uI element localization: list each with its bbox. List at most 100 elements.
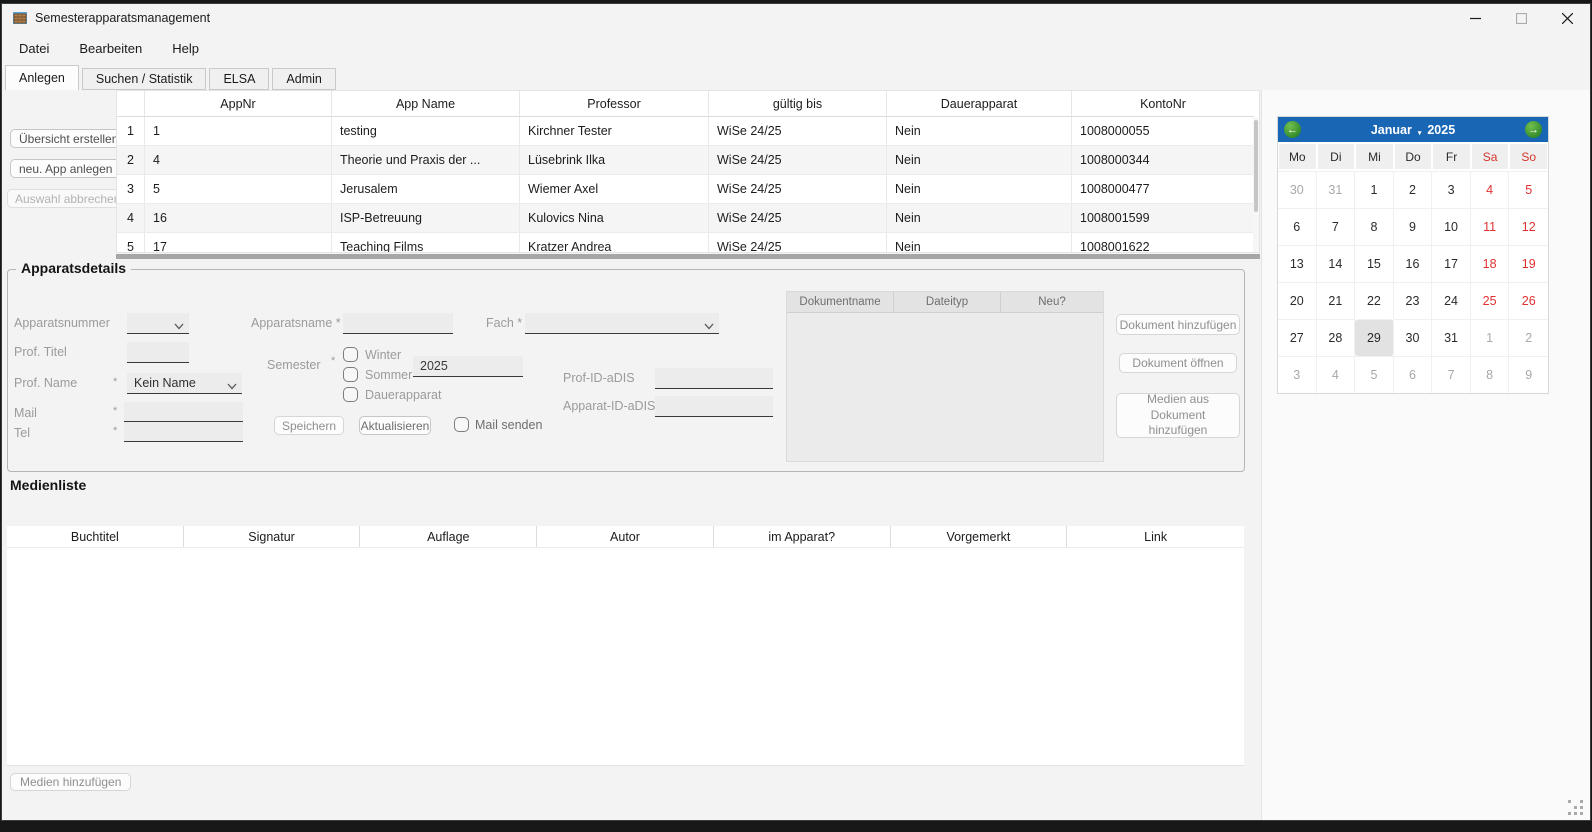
tab-elsa[interactable]: ELSA — [209, 68, 269, 90]
column-header-professor[interactable]: Professor — [520, 91, 709, 116]
calendar-day[interactable]: 23 — [1394, 282, 1433, 319]
calendar-day[interactable]: 9 — [1509, 356, 1548, 393]
calendar-day[interactable]: 29 — [1355, 319, 1394, 356]
medien-column-im-apparat[interactable]: im Apparat? — [714, 526, 891, 547]
mail-senden-checkbox[interactable] — [454, 417, 469, 432]
calendar-day[interactable]: 12 — [1509, 208, 1548, 245]
calendar-day[interactable]: 7 — [1432, 356, 1471, 393]
calendar-day[interactable]: 2 — [1509, 319, 1548, 356]
calendar-year-label[interactable]: 2025 — [1427, 123, 1455, 137]
calendar-month-label[interactable]: Januar — [1371, 123, 1412, 137]
calendar-day[interactable]: 31 — [1432, 319, 1471, 356]
calendar-day[interactable]: 17 — [1432, 245, 1471, 282]
auswahl-abbrechen-button[interactable]: Auswahl abbrechen — [7, 189, 128, 208]
dokument-oeffnen-button[interactable]: Dokument öffnen — [1119, 353, 1237, 373]
calendar-day[interactable]: 1 — [1355, 171, 1394, 208]
aktualisieren-button[interactable]: Aktualisieren — [359, 416, 431, 435]
calendar-day[interactable]: 3 — [1432, 171, 1471, 208]
medien-column-link[interactable]: Link — [1067, 526, 1244, 547]
close-button[interactable] — [1544, 4, 1590, 32]
tab-suchen-statistik[interactable]: Suchen / Statistik — [82, 68, 207, 90]
column-header-gueltig-bis[interactable]: gültig bis — [709, 91, 887, 116]
calendar-day[interactable]: 30 — [1394, 319, 1433, 356]
prof-id-adis-input[interactable] — [655, 368, 773, 389]
calendar-day[interactable]: 24 — [1432, 282, 1471, 319]
medien-column-buchtitel[interactable]: Buchtitel — [7, 526, 184, 547]
sommer-radio[interactable] — [343, 367, 358, 382]
calendar-day[interactable]: 19 — [1509, 245, 1548, 282]
column-header-kontonr[interactable]: KontoNr — [1072, 91, 1254, 116]
calendar-day[interactable]: 14 — [1317, 245, 1356, 282]
medien-hinzufuegen-button[interactable]: Medien hinzufügen — [10, 773, 131, 791]
calendar-day[interactable]: 25 — [1471, 282, 1510, 319]
doc-column-dokumentname[interactable]: Dokumentname — [787, 292, 894, 313]
medien-column-autor[interactable]: Autor — [537, 526, 714, 547]
resize-grip[interactable] — [1568, 800, 1584, 816]
tab-anlegen[interactable]: Anlegen — [5, 65, 79, 90]
dokument-hinzufuegen-button[interactable]: Dokument hinzufügen — [1116, 314, 1240, 335]
calendar-day[interactable]: 31 — [1317, 171, 1356, 208]
calendar-day[interactable]: 26 — [1509, 282, 1548, 319]
winter-radio[interactable] — [343, 347, 358, 362]
calendar-day[interactable]: 10 — [1432, 208, 1471, 245]
calendar-day[interactable]: 3 — [1278, 356, 1317, 393]
fach-select[interactable] — [525, 313, 719, 334]
apparat-id-adis-input[interactable] — [655, 396, 773, 417]
medien-aus-dokument-button[interactable]: Medien aus Dokument hinzufügen — [1116, 393, 1240, 438]
doc-column-neu[interactable]: Neu? — [1001, 292, 1103, 313]
menu-datei[interactable]: Datei — [4, 36, 64, 61]
calendar-day[interactable]: 13 — [1278, 245, 1317, 282]
speichern-button[interactable]: Speichern — [274, 416, 344, 435]
mail-input[interactable] — [124, 402, 243, 422]
calendar-day[interactable]: 4 — [1317, 356, 1356, 393]
calendar-day[interactable]: 5 — [1355, 356, 1394, 393]
calendar-day[interactable]: 2 — [1394, 171, 1433, 208]
medien-column-signatur[interactable]: Signatur — [184, 526, 361, 547]
title-bar[interactable]: Semesterapparatsmanagement — [2, 4, 1590, 32]
calendar-day[interactable]: 20 — [1278, 282, 1317, 319]
table-row[interactable]: 3 5 Jerusalem Wiemer Axel WiSe 24/25 Nei… — [117, 175, 1254, 204]
calendar-day[interactable]: 9 — [1394, 208, 1433, 245]
table-row[interactable]: 5 17 Teaching Films Kratzer Andrea WiSe … — [117, 233, 1254, 253]
column-header-dauerapparat[interactable]: Dauerapparat — [887, 91, 1072, 116]
calendar-next-month-button[interactable]: → — [1525, 121, 1542, 138]
calendar-day[interactable]: 11 — [1471, 208, 1510, 245]
tab-admin[interactable]: Admin — [272, 68, 335, 90]
calendar-day[interactable]: 27 — [1278, 319, 1317, 356]
calendar-prev-month-button[interactable]: ← — [1284, 121, 1301, 138]
minimize-button[interactable] — [1452, 4, 1498, 32]
vertical-scrollbar[interactable] — [1253, 118, 1259, 252]
maximize-button[interactable] — [1498, 4, 1544, 32]
prof-titel-input[interactable] — [127, 342, 189, 363]
calendar-day[interactable]: 15 — [1355, 245, 1394, 282]
column-header-appnr[interactable]: AppNr — [145, 91, 332, 116]
menu-bearbeiten[interactable]: Bearbeiten — [64, 36, 157, 61]
calendar-day[interactable]: 6 — [1278, 208, 1317, 245]
medien-column-auflage[interactable]: Auflage — [360, 526, 537, 547]
apparatsnummer-select[interactable] — [127, 313, 189, 334]
medien-column-vorgemerkt[interactable]: Vorgemerkt — [891, 526, 1068, 547]
column-header-appname[interactable]: App Name — [332, 91, 520, 116]
calendar-day[interactable]: 18 — [1471, 245, 1510, 282]
table-row[interactable]: 2 4 Theorie und Praxis der ... Lüsebrink… — [117, 146, 1254, 175]
calendar-day[interactable]: 5 — [1509, 171, 1548, 208]
calendar-day[interactable]: 22 — [1355, 282, 1394, 319]
menu-help[interactable]: Help — [157, 36, 214, 61]
calendar-day[interactable]: 21 — [1317, 282, 1356, 319]
neue-app-anlegen-button[interactable]: neu. App anlegen — [10, 159, 121, 178]
uebersicht-erstellen-button[interactable]: Übersicht erstellen — [10, 129, 127, 148]
calendar-day[interactable]: 4 — [1471, 171, 1510, 208]
semester-year-input[interactable]: 2025 — [413, 356, 523, 377]
calendar-day[interactable]: 28 — [1317, 319, 1356, 356]
tel-input[interactable] — [124, 422, 243, 442]
calendar-day[interactable]: 8 — [1471, 356, 1510, 393]
calendar-day[interactable]: 1 — [1471, 319, 1510, 356]
dauerapparat-radio[interactable] — [343, 387, 358, 402]
prof-name-select[interactable]: Kein Name — [127, 373, 242, 394]
horizontal-scrollbar[interactable] — [116, 254, 1260, 259]
apparatsname-input[interactable] — [343, 313, 453, 334]
doc-column-dateityp[interactable]: Dateityp — [894, 292, 1001, 313]
table-row[interactable]: 4 16 ISP-Betreuung Kulovics Nina WiSe 24… — [117, 204, 1254, 233]
table-row[interactable]: 1 1 testing Kirchner Tester WiSe 24/25 N… — [117, 117, 1254, 146]
calendar-day[interactable]: 30 — [1278, 171, 1317, 208]
